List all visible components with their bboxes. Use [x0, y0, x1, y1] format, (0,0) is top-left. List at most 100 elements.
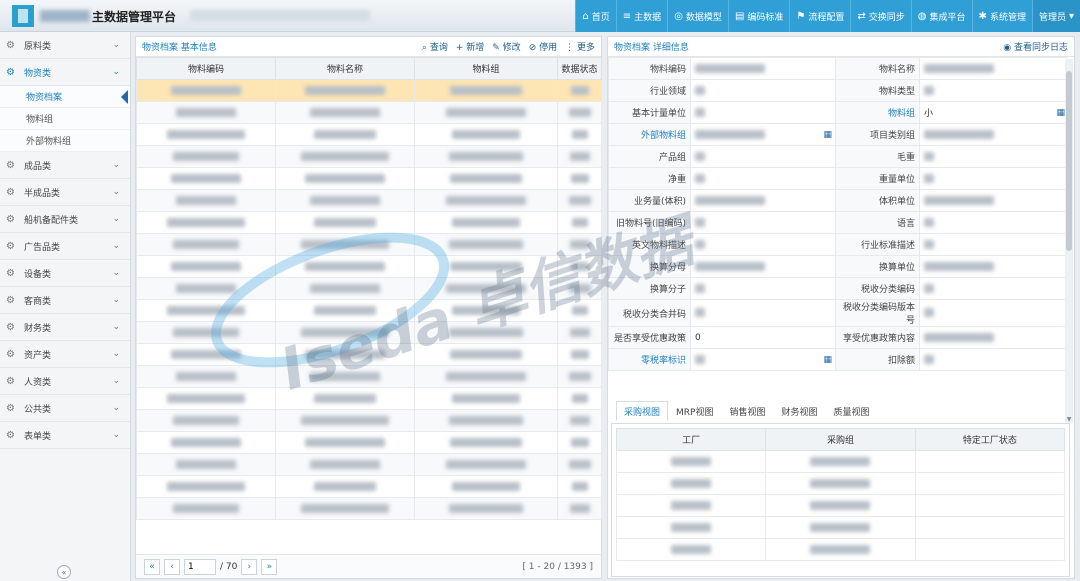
column-header[interactable]: 物料名称	[275, 57, 415, 80]
table-row[interactable]	[615, 494, 1066, 517]
field-value[interactable]	[690, 79, 836, 102]
column-header[interactable]: 物料组	[414, 57, 558, 80]
field-value[interactable]: 0	[690, 326, 836, 349]
sidebar-item[interactable]: ⚙ 设备类 ⌄	[0, 260, 130, 287]
field-value[interactable]	[919, 326, 1068, 349]
table-row[interactable]	[136, 365, 602, 388]
field-value[interactable]	[690, 233, 836, 256]
sidebar-item[interactable]: ⚙ 半成品类 ⌄	[0, 179, 130, 206]
table-row[interactable]	[136, 343, 602, 366]
nav-item[interactable]: 管理员 ▾	[1031, 0, 1080, 32]
lock-button[interactable]: ⊘ 停用	[529, 40, 557, 53]
search-button[interactable]: ⌕ 查询	[422, 40, 448, 53]
sidebar-item[interactable]: ⚙ 表单类 ⌄	[0, 422, 130, 449]
column-header[interactable]: 特定工厂状态	[914, 428, 1066, 451]
tab[interactable]: 销售视图	[721, 401, 773, 421]
sidebar-subitem[interactable]: 外部物料组	[0, 130, 130, 152]
table-row[interactable]	[136, 409, 602, 432]
table-row[interactable]	[136, 167, 602, 190]
sidebar-item[interactable]: ⚙ 广告品类 ⌄	[0, 233, 130, 260]
field-value[interactable]	[919, 57, 1068, 80]
field-value[interactable]	[690, 299, 836, 327]
field-value[interactable]	[690, 277, 836, 300]
column-header[interactable]: 数据状态	[557, 57, 602, 80]
first-page-button[interactable]: «	[144, 558, 160, 575]
last-page-button[interactable]: »	[261, 558, 278, 575]
nav-item[interactable]: ✱ 系统管理	[971, 0, 1032, 32]
sidebar-item[interactable]: ⚙ 成品类 ⌄	[0, 152, 130, 179]
table-row[interactable]	[136, 145, 602, 168]
field-value[interactable]	[690, 167, 836, 190]
nav-item[interactable]: ⌂ 首页	[575, 0, 616, 32]
field-value[interactable]: ▦	[690, 123, 836, 146]
nav-item[interactable]: ◎ 数据模型	[667, 0, 728, 32]
tab[interactable]: 质量视图	[826, 401, 878, 421]
page-number-input[interactable]	[184, 558, 216, 575]
field-label[interactable]: 物料组	[835, 101, 920, 124]
field-value[interactable]	[919, 277, 1068, 300]
field-value[interactable]	[919, 255, 1068, 278]
next-page-button[interactable]: ›	[241, 558, 258, 575]
lookup-icon[interactable]: ▦	[823, 355, 832, 365]
nav-item[interactable]: ⇄ 交换同步	[850, 0, 911, 32]
sidebar-item[interactable]: ⚙ 物资类 ⌄	[0, 59, 130, 86]
sidebar-item[interactable]: ⚙ 资产类 ⌄	[0, 341, 130, 368]
field-value[interactable]: 小 ▦	[919, 101, 1068, 124]
nav-item[interactable]: ≡ 主数据	[615, 0, 668, 32]
nav-item[interactable]: ▤ 编码标准	[727, 0, 790, 32]
table-row[interactable]	[136, 123, 602, 146]
edit-button[interactable]: ✎ 修改	[492, 40, 520, 53]
sidebar-collapse-icon[interactable]: «	[57, 565, 71, 579]
table-row[interactable]	[136, 233, 602, 256]
sidebar-item[interactable]: ⚙ 船机备配件类 ⌄	[0, 206, 130, 233]
table-row[interactable]	[136, 299, 602, 322]
table-row[interactable]	[136, 321, 602, 344]
plus-button[interactable]: + 新增	[456, 40, 484, 53]
detail-scrollbar[interactable]: ▼	[1065, 59, 1073, 423]
tab[interactable]: 财务视图	[773, 401, 825, 421]
sidebar-subitem[interactable]: 物资档案	[0, 86, 130, 108]
field-value[interactable]	[919, 145, 1068, 168]
nav-item[interactable]: ◍ 集成平台	[910, 0, 972, 32]
field-value[interactable]	[919, 348, 1068, 371]
table-row[interactable]	[136, 387, 602, 410]
column-header[interactable]: 采购组	[765, 428, 916, 451]
field-value[interactable]	[690, 189, 836, 212]
nav-item[interactable]: ⚑ 流程配置	[789, 0, 851, 32]
field-label[interactable]: 外部物料组	[608, 123, 691, 146]
table-row[interactable]	[136, 475, 602, 498]
tab[interactable]: 采购视图	[616, 401, 669, 421]
table-row[interactable]	[615, 472, 1066, 495]
field-value[interactable]	[690, 57, 836, 80]
sidebar-item[interactable]: ⚙ 客商类 ⌄	[0, 287, 130, 314]
sidebar-item[interactable]: ⚙ 公共类 ⌄	[0, 395, 130, 422]
field-label[interactable]: 零税率标识	[608, 348, 691, 371]
sidebar-subitem[interactable]: 物料组	[0, 108, 130, 130]
view-sync-log-button[interactable]: ◉ 查看同步日志	[1003, 40, 1068, 53]
field-value[interactable]	[690, 211, 836, 234]
lookup-icon[interactable]: ▦	[823, 130, 832, 140]
field-value[interactable]	[919, 79, 1068, 102]
table-row[interactable]	[136, 79, 602, 102]
field-value[interactable]	[919, 233, 1068, 256]
field-value[interactable]	[919, 299, 1068, 327]
table-row[interactable]	[615, 516, 1066, 539]
field-value[interactable]	[919, 167, 1068, 190]
sidebar-item[interactable]: ⚙ 财务类 ⌄	[0, 314, 130, 341]
field-value[interactable]	[690, 145, 836, 168]
table-row[interactable]	[136, 101, 602, 124]
sidebar-item[interactable]: ⚙ 人资类 ⌄	[0, 368, 130, 395]
table-row[interactable]	[136, 431, 602, 454]
table-row[interactable]	[136, 189, 602, 212]
sidebar-item[interactable]: ⚙ 原料类 ⌄	[0, 32, 130, 59]
more-button[interactable]: ⋮ 更多	[565, 40, 595, 53]
column-header[interactable]: 工厂	[615, 428, 767, 451]
column-header[interactable]: 物料编码	[136, 57, 276, 80]
table-row[interactable]	[136, 211, 602, 234]
lookup-icon[interactable]: ▦	[1056, 108, 1065, 118]
field-value[interactable]	[690, 101, 836, 124]
prev-page-button[interactable]: ‹	[164, 558, 180, 575]
table-row[interactable]	[136, 497, 602, 520]
table-row[interactable]	[136, 453, 602, 476]
table-row[interactable]	[136, 277, 602, 300]
